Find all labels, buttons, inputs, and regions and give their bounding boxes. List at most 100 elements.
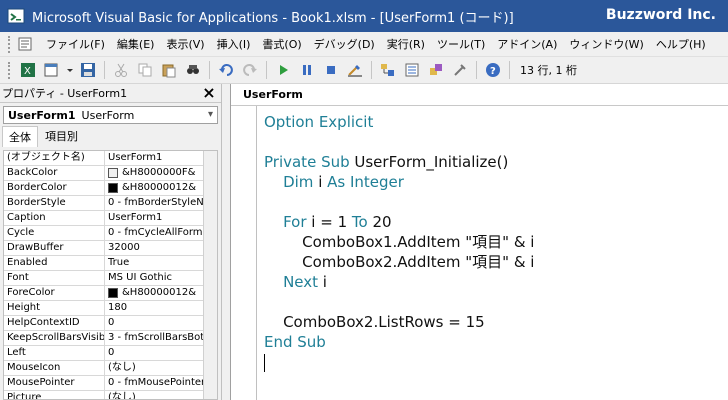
toolbar-grip[interactable] bbox=[8, 61, 12, 79]
property-value[interactable]: &H8000000F& bbox=[105, 166, 217, 180]
menu-item[interactable]: ツール(T) bbox=[431, 36, 491, 52]
property-value[interactable]: &H80000012& bbox=[105, 286, 217, 300]
property-value-text: 0 bbox=[108, 317, 115, 328]
property-row[interactable]: KeepScrollBarsVisible 3 - fmScrollBarsBot… bbox=[4, 331, 217, 346]
code-line: Option Explicit bbox=[264, 112, 724, 132]
code-keyword: To bbox=[351, 213, 373, 231]
object-selector[interactable]: UserForm1 UserForm ▾ bbox=[3, 106, 218, 124]
property-value[interactable]: 0 bbox=[105, 346, 217, 360]
menu-item[interactable]: デバッグ(D) bbox=[308, 36, 381, 52]
insert-dropdown-icon[interactable] bbox=[66, 60, 74, 80]
code-line: Private Sub UserForm_Initialize() bbox=[264, 152, 724, 172]
property-row[interactable]: DrawBuffer 32000 bbox=[4, 241, 217, 256]
menu-item[interactable]: 実行(R) bbox=[381, 36, 431, 52]
property-value-text: 3 - fmScrollBarsBoth bbox=[108, 332, 211, 343]
property-row[interactable]: Height 180 bbox=[4, 301, 217, 316]
object-combo[interactable]: UserForm bbox=[231, 84, 728, 106]
property-value[interactable]: True bbox=[105, 256, 217, 270]
property-value[interactable]: (なし) bbox=[105, 391, 217, 399]
menu-item[interactable]: 表示(V) bbox=[160, 36, 210, 52]
document-icon[interactable] bbox=[18, 37, 32, 51]
find-icon[interactable] bbox=[183, 60, 203, 80]
code-text: ComboBox2.AddItem "項目" & i bbox=[264, 253, 535, 271]
properties-window-icon[interactable] bbox=[402, 60, 422, 80]
tab-alphabetic[interactable]: 全体 bbox=[2, 126, 38, 147]
property-value[interactable]: UserForm1 bbox=[105, 211, 217, 225]
copy-icon[interactable] bbox=[135, 60, 155, 80]
code-keyword: For bbox=[283, 213, 312, 231]
properties-scrollbar[interactable] bbox=[203, 151, 217, 399]
vba-app-icon[interactable] bbox=[6, 6, 26, 26]
help-icon[interactable]: ? bbox=[483, 60, 503, 80]
property-value[interactable]: 32000 bbox=[105, 241, 217, 255]
toolbox-icon[interactable] bbox=[450, 60, 470, 80]
property-value[interactable]: 0 - fmBorderStyleNone bbox=[105, 196, 217, 210]
chevron-down-icon[interactable]: ▾ bbox=[208, 109, 213, 120]
standard-toolbar: X ? 13 行, 1 桁 bbox=[0, 57, 728, 84]
property-value[interactable]: 0 - fmMousePointerDefault bbox=[105, 376, 217, 390]
tab-categorized[interactable]: 項目別 bbox=[38, 125, 85, 147]
run-icon[interactable] bbox=[273, 60, 293, 80]
menu-item[interactable]: 書式(O) bbox=[256, 36, 307, 52]
code-margin-indicator-bar[interactable] bbox=[231, 106, 257, 400]
property-row[interactable]: Picture (なし) bbox=[4, 391, 217, 399]
code-keyword: Next bbox=[283, 273, 323, 291]
property-value-text: (なし) bbox=[108, 362, 136, 373]
property-row[interactable]: (オブジェクト名) UserForm1 bbox=[4, 151, 217, 166]
property-value[interactable]: MS UI Gothic bbox=[105, 271, 217, 285]
property-value[interactable]: UserForm1 bbox=[105, 151, 217, 165]
design-mode-icon[interactable] bbox=[345, 60, 365, 80]
redo-icon[interactable] bbox=[240, 60, 260, 80]
property-value[interactable]: 180 bbox=[105, 301, 217, 315]
property-value[interactable]: 0 - fmCycleAllForms bbox=[105, 226, 217, 240]
property-value[interactable]: 3 - fmScrollBarsBoth bbox=[105, 331, 217, 345]
save-icon[interactable] bbox=[78, 60, 98, 80]
property-row[interactable]: Left 0 bbox=[4, 346, 217, 361]
pause-icon[interactable] bbox=[297, 60, 317, 80]
property-row[interactable]: BorderColor &H80000012& bbox=[4, 181, 217, 196]
undo-icon[interactable] bbox=[216, 60, 236, 80]
property-row[interactable]: MouseIcon (なし) bbox=[4, 361, 217, 376]
paste-icon[interactable] bbox=[159, 60, 179, 80]
object-browser-icon[interactable] bbox=[426, 60, 446, 80]
code-window: UserForm Option Explicit Private Sub User… bbox=[230, 84, 728, 400]
property-row[interactable]: MousePointer0 - fmMousePointerDefault bbox=[4, 376, 217, 391]
property-value[interactable]: (なし) bbox=[105, 361, 217, 375]
cut-icon[interactable] bbox=[111, 60, 131, 80]
property-row[interactable]: Caption UserForm1 bbox=[4, 211, 217, 226]
property-row[interactable]: Enabled True bbox=[4, 256, 217, 271]
menu-item[interactable]: ファイル(F) bbox=[40, 36, 111, 52]
property-row[interactable]: BackColor &H8000000F& bbox=[4, 166, 217, 181]
project-explorer-icon[interactable] bbox=[378, 60, 398, 80]
close-icon[interactable]: × bbox=[201, 85, 217, 101]
reset-icon[interactable] bbox=[321, 60, 341, 80]
property-row[interactable]: BorderStyle 0 - fmBorderStyleNone bbox=[4, 196, 217, 211]
menu-item[interactable]: ヘルプ(H) bbox=[650, 36, 712, 52]
menu-item[interactable]: アドイン(A) bbox=[491, 36, 563, 52]
property-value[interactable]: &H80000012& bbox=[105, 181, 217, 195]
code-keyword: Private Sub bbox=[264, 153, 355, 171]
code-editor[interactable]: Option Explicit Private Sub UserForm_Init… bbox=[264, 112, 724, 372]
toolbar-separator bbox=[509, 61, 510, 79]
menubar-grip[interactable] bbox=[8, 35, 12, 53]
property-row[interactable]: HelpContextID 0 bbox=[4, 316, 217, 331]
color-swatch bbox=[108, 183, 118, 193]
svg-text:X: X bbox=[24, 66, 31, 77]
menu-item[interactable]: 挿入(I) bbox=[211, 36, 257, 52]
property-name: MousePointer bbox=[4, 376, 105, 390]
cursor-position: 13 行, 1 桁 bbox=[520, 64, 577, 77]
color-swatch bbox=[108, 288, 118, 298]
property-row[interactable]: ForeColor &H80000012& bbox=[4, 286, 217, 301]
excel-view-icon[interactable]: X bbox=[18, 60, 38, 80]
property-rows: (オブジェクト名) UserForm1 BackColor &H8000000F& Bo… bbox=[4, 151, 217, 399]
menu-item[interactable]: ウィンドウ(W) bbox=[563, 36, 649, 52]
insert-userform-icon[interactable] bbox=[42, 60, 62, 80]
menu-item[interactable]: 編集(E) bbox=[111, 36, 161, 52]
code-text: ComboBox1.AddItem "項目" & i bbox=[264, 233, 535, 251]
property-value[interactable]: 0 bbox=[105, 316, 217, 330]
property-row[interactable]: Cycle 0 - fmCycleAllForms bbox=[4, 226, 217, 241]
code-keyword: End Sub bbox=[264, 333, 326, 351]
property-row[interactable]: Font MS UI Gothic bbox=[4, 271, 217, 286]
